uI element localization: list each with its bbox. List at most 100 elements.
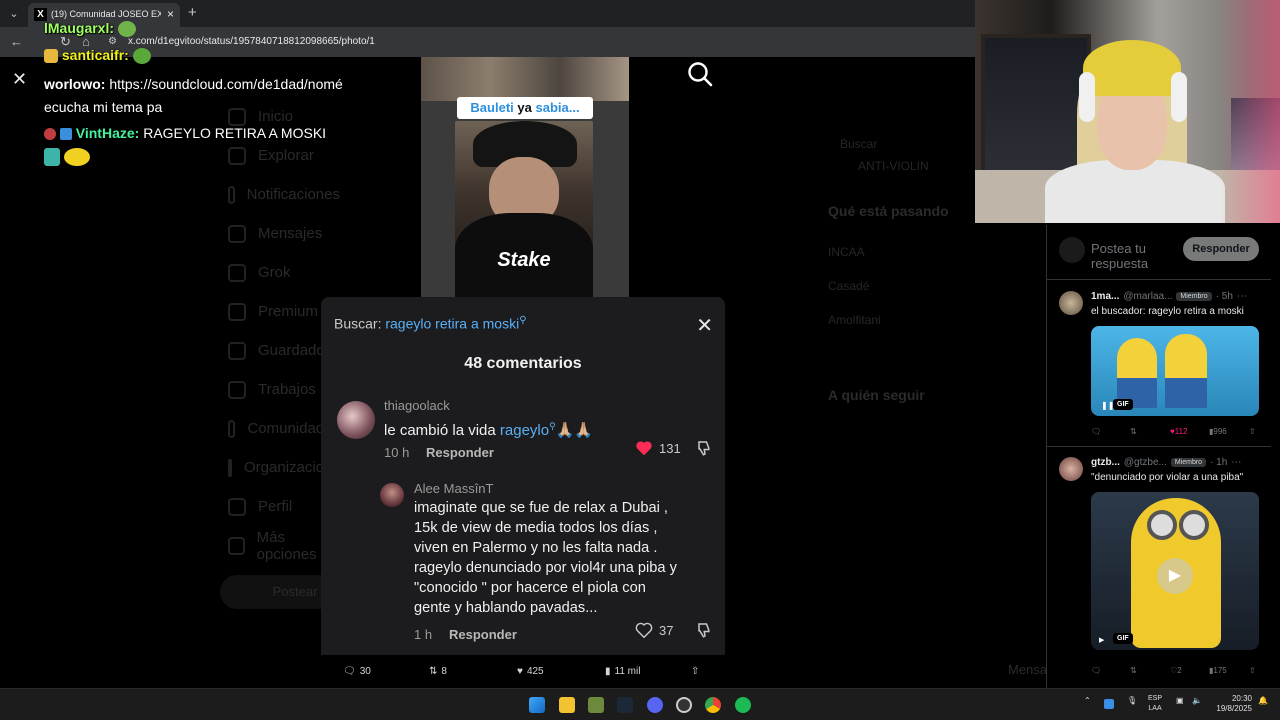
volume-icon[interactable]: 🔈 — [1192, 696, 1202, 705]
steam-icon[interactable] — [617, 697, 633, 713]
back-icon[interactable]: ← — [10, 34, 23, 49]
reply-button[interactable]: Responder — [449, 627, 517, 642]
nav-label: Mensajes — [258, 225, 323, 242]
reply-icon[interactable]: 🗨 — [1091, 427, 1101, 436]
reply-submit-button[interactable]: Responder — [1183, 237, 1259, 261]
reply-input[interactable]: Postea tu respuesta — [1091, 241, 1175, 271]
close-photo-icon[interactable]: ✕ — [12, 69, 27, 90]
lang-code: ESP — [1148, 695, 1163, 702]
file-explorer-icon[interactable] — [559, 697, 575, 713]
tab-title: (19) Comunidad JOSEO EXCLUS — [51, 9, 161, 19]
avatar[interactable] — [380, 483, 404, 507]
gif-media[interactable]: ▶ GIF ▶ — [1091, 492, 1259, 650]
network-icon[interactable]: ▣ — [1176, 696, 1184, 705]
search-icon[interactable] — [686, 60, 714, 88]
dislike-icon[interactable] — [696, 621, 714, 644]
url-field[interactable]: x.com/d1egvitoo/status/19578407188120986… — [128, 36, 375, 47]
like-action[interactable]: ♥ 425 — [517, 666, 544, 677]
tray-app-icon[interactable] — [1104, 699, 1114, 709]
chat-text: https://soundcloud.com/de1dad/nomé — [109, 76, 343, 92]
search-icon: ⚲ — [519, 315, 527, 326]
close-comments-icon[interactable]: ✕ — [696, 313, 713, 338]
cam-beanie — [1083, 40, 1181, 96]
gif-label: GIF — [1113, 633, 1133, 644]
obs-icon[interactable] — [676, 697, 692, 713]
tweet-handle[interactable]: @gtzbe... — [1124, 457, 1167, 468]
app-icon[interactable] — [588, 697, 604, 713]
share-icon[interactable]: ⇧ — [1249, 427, 1256, 436]
dim-trend[interactable]: INCAA — [828, 245, 1048, 259]
repost-icon[interactable]: ⇅ — [1130, 666, 1137, 675]
chat-message: santicaifr: — [44, 47, 151, 65]
microphone-icon[interactable]: 🎙 — [1127, 696, 1137, 705]
share-icon[interactable]: ⇧ — [1249, 666, 1256, 675]
dim-trend[interactable]: Casadé — [828, 279, 1048, 293]
people-icon — [228, 419, 236, 438]
repost-icon[interactable]: ⇅ — [1130, 427, 1137, 436]
discord-icon[interactable] — [647, 697, 663, 713]
reply-action[interactable]: 🗨 30 — [343, 666, 371, 677]
more-icon[interactable]: ⋯ — [1231, 457, 1241, 468]
like-button[interactable]: 131 — [635, 440, 681, 456]
avatar[interactable] — [337, 401, 375, 439]
nav-item-grok[interactable]: Grok — [220, 253, 340, 292]
avatar[interactable] — [1059, 291, 1083, 315]
search-query-link[interactable]: rageylo retira a moski — [385, 316, 519, 332]
comment-username[interactable]: Alee MassînT — [414, 481, 493, 496]
tab-search-icon[interactable]: ⌄ — [6, 6, 22, 22]
like-stat[interactable]: ♥ 112 — [1170, 427, 1188, 436]
like-button[interactable]: 37 — [635, 622, 673, 638]
reply-icon[interactable]: 🗨 — [1091, 666, 1101, 675]
video-preview[interactable]: Bauleti ya sabia... Stake — [421, 57, 629, 298]
media-photo-top — [421, 57, 629, 101]
avatar[interactable] — [1059, 457, 1083, 481]
comment-search-row[interactable]: Buscar: rageylo retira a moski⚲ — [334, 315, 527, 332]
tab-close-icon[interactable]: × — [167, 7, 174, 21]
views-stat[interactable]: ▮ 996 — [1209, 427, 1227, 436]
notification-icon[interactable]: 🔔 — [1258, 696, 1268, 705]
share-action[interactable]: ⇧ — [691, 666, 699, 677]
dislike-icon[interactable] — [696, 439, 714, 462]
comment-username[interactable]: thiagoolack — [384, 398, 450, 413]
dim-trend[interactable]: Amolfitani — [828, 313, 1048, 327]
cam-background-window — [981, 34, 1091, 184]
nav-item-explorar[interactable]: Explorar — [220, 136, 340, 175]
cam-headphone — [1079, 72, 1095, 122]
chat-text: ecucha mi tema pa — [44, 99, 163, 115]
clock-time: 20:30 — [1231, 694, 1252, 703]
webcam-overlay — [975, 0, 1280, 223]
tweet-name[interactable]: gtzb... — [1091, 457, 1120, 468]
tweet-name[interactable]: 1ma... — [1091, 291, 1119, 302]
new-tab-icon[interactable]: + — [188, 4, 197, 21]
views-count: 996 — [1213, 427, 1227, 436]
play-small-icon[interactable]: ▶ — [1099, 636, 1104, 644]
grok-icon — [228, 263, 246, 282]
user-icon — [228, 497, 246, 516]
play-icon[interactable]: ▶ — [1157, 558, 1193, 594]
tweet-time: · 1h — [1210, 457, 1228, 468]
tweet-handle[interactable]: @marlaa... — [1123, 291, 1172, 302]
spotify-icon[interactable] — [735, 697, 751, 713]
emoji-text: 🙏🏼🙏🏼 — [555, 422, 594, 439]
nav-item-notificaciones[interactable]: Notificaciones — [220, 175, 340, 214]
chrome-icon[interactable] — [705, 697, 721, 713]
views-stat[interactable]: ▮ 175 — [1209, 666, 1227, 675]
comments-sheet: Buscar: rageylo retira a moski⚲ ✕ 48 com… — [321, 297, 725, 655]
repost-icon: ⇅ — [429, 666, 438, 677]
more-icon[interactable]: ⋯ — [1237, 291, 1247, 302]
site-info-icon[interactable]: ⚙ — [108, 36, 117, 47]
reply-button[interactable]: Responder — [426, 445, 494, 460]
clock[interactable]: 20:30 19/8/2025 — [1208, 694, 1252, 714]
heart-filled-icon — [636, 441, 652, 456]
windows-start-icon[interactable] — [529, 697, 545, 713]
comment-search-link[interactable]: rageylo — [500, 422, 549, 439]
nav-item-mensajes[interactable]: Mensajes — [220, 214, 340, 253]
tweet-header: gtzb... @gtzbe... Miembro · 1h ⋯ — [1091, 457, 1241, 468]
like-stat[interactable]: ♡ 2 — [1170, 666, 1182, 675]
gif-media[interactable]: ❚❚ GIF — [1091, 326, 1259, 416]
language-indicator[interactable]: ESP LAA — [1148, 694, 1162, 714]
repost-action[interactable]: ⇅ 8 — [429, 666, 447, 677]
post-action-bar: 🗨 30 ⇅ 8 ♥ 425 ▮ 11 mil ⇧ — [335, 664, 715, 682]
chevron-up-icon[interactable]: ⌃ — [1084, 696, 1091, 705]
views-action[interactable]: ▮ 11 mil — [605, 666, 640, 677]
